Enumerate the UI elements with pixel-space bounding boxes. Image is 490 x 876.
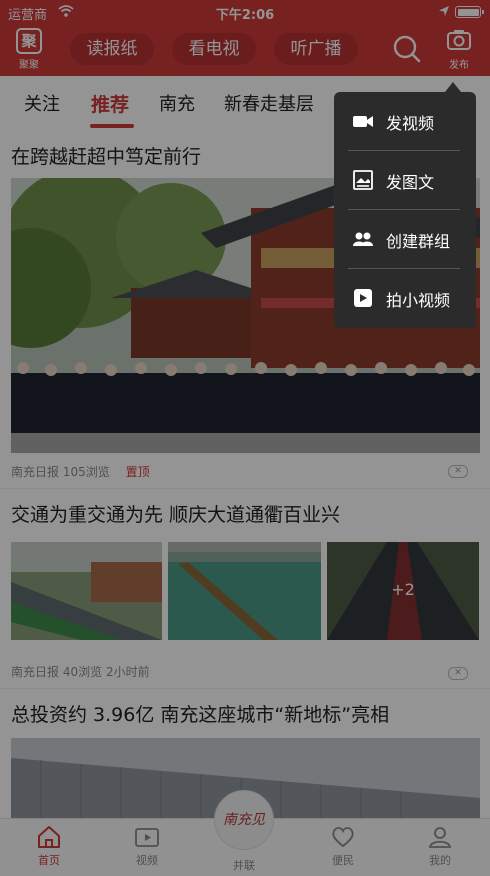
menu-item-shoot-short-video[interactable]: 拍小视频 [334, 269, 476, 328]
play-icon [354, 289, 372, 307]
menu-item-label: 拍小视频 [386, 291, 451, 310]
menu-pointer [445, 82, 461, 92]
app-screen: 运营商 下午2:06 聚 聚聚 读报纸 看电视 听广播 发布 关注 推荐 南充 … [0, 0, 490, 876]
image-text-icon [353, 170, 373, 190]
publish-menu: 发视频 发图文 创建群组 拍小视频 [334, 92, 476, 328]
menu-item-label: 创建群组 [386, 232, 451, 251]
menu-item-post-image-text[interactable]: 发图文 [334, 151, 476, 210]
group-icon [353, 232, 373, 246]
video-camera-icon [353, 116, 373, 127]
menu-item-label: 发视频 [386, 114, 435, 133]
menu-item-label: 发图文 [386, 173, 435, 192]
menu-item-post-video[interactable]: 发视频 [334, 92, 476, 151]
menu-item-create-group[interactable]: 创建群组 [334, 210, 476, 269]
